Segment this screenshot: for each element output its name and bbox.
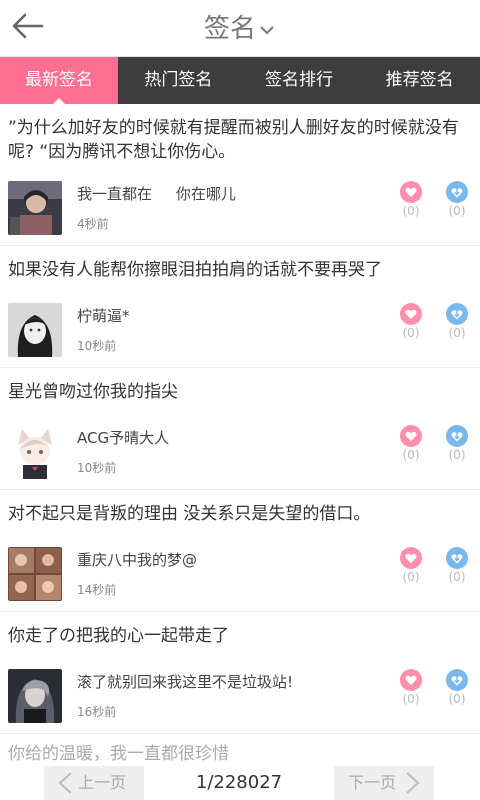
- pagination-bar: 上一页 1/228027 下一页: [0, 766, 480, 800]
- share-count: (0): [448, 692, 466, 706]
- list-item[interactable]: 如果没有人能帮你擦眼泪拍拍肩的话就不要再哭了 柠萌逼* 10秒前 (0) (0): [0, 246, 480, 368]
- signature-text: 对不起只是背叛的理由 没关系只是失望的借口。: [8, 504, 371, 524]
- like-button[interactable]: (0): [398, 425, 424, 462]
- chevron-left-icon: [58, 772, 72, 794]
- author-row: 滚了就别回来我这里不是垃圾站! 16秒前 (0) (0): [8, 669, 480, 725]
- post-time: 10秒前: [77, 461, 117, 475]
- avatar[interactable]: [8, 425, 62, 479]
- share-count: (0): [448, 204, 466, 218]
- author-row: ACG予晴大人 10秒前 (0) (0): [8, 425, 480, 481]
- share-count: (0): [448, 570, 466, 584]
- heart-arrow-icon: [446, 425, 468, 447]
- author-row: 我一直都在 你在哪儿 4秒前 (0) (0): [8, 181, 480, 237]
- prev-page-button[interactable]: 上一页: [44, 766, 144, 800]
- tab-bar: 最新签名 热门签名 签名排行 推荐签名: [0, 57, 480, 105]
- heart-arrow-icon: [446, 547, 468, 569]
- like-count: (0): [402, 204, 420, 218]
- like-count: (0): [402, 448, 420, 462]
- author-row: 柠萌逼* 10秒前 (0) (0): [8, 303, 480, 359]
- avatar[interactable]: [8, 669, 62, 723]
- avatar[interactable]: [8, 181, 62, 235]
- app-screen: 签名 最新签名 热门签名 签名排行 推荐签名 ”为什么加好友的时候就有提醒而被别…: [0, 0, 480, 800]
- signature-text: 你给的温暖，我一直都很珍惜: [8, 744, 229, 764]
- list-item[interactable]: 对不起只是背叛的理由 没关系只是失望的借口。 重庆八中我的梦@ 14秒前 (0)…: [0, 490, 480, 612]
- author-name[interactable]: ACG予晴大人: [77, 427, 169, 448]
- like-count: (0): [402, 692, 420, 706]
- share-button[interactable]: (0): [444, 303, 470, 340]
- heart-icon: [400, 425, 422, 447]
- share-button[interactable]: (0): [444, 547, 470, 584]
- prev-page-label: 上一页: [78, 773, 127, 792]
- signature-text: 星光曾吻过你我的指尖: [8, 382, 178, 402]
- author-name[interactable]: 柠萌逼*: [77, 305, 130, 326]
- tab-ranking[interactable]: 签名排行: [239, 57, 360, 104]
- signature-text: 如果没有人能帮你擦眼泪拍拍肩的话就不要再哭了: [8, 260, 382, 280]
- like-count: (0): [402, 570, 420, 584]
- title-dropdown[interactable]: 签名: [0, 8, 480, 45]
- heart-arrow-icon: [446, 181, 468, 203]
- next-page-button[interactable]: 下一页: [334, 766, 434, 800]
- next-page-label: 下一页: [348, 773, 397, 792]
- share-count: (0): [448, 448, 466, 462]
- like-button[interactable]: (0): [398, 303, 424, 340]
- heart-icon: [400, 547, 422, 569]
- heart-icon: [400, 181, 422, 203]
- signature-text: 你走了の把我的心一起带走了: [8, 626, 229, 646]
- tab-hot[interactable]: 热门签名: [118, 57, 239, 104]
- heart-arrow-icon: [446, 303, 468, 325]
- like-count: (0): [402, 326, 420, 340]
- signature-text: ”为什么加好友的时候就有提醒而被别人删好友的时候就没有呢? “因为腾讯不想让你伤…: [8, 118, 459, 162]
- signature-feed[interactable]: ”为什么加好友的时候就有提醒而被别人删好友的时候就没有呢? “因为腾讯不想让你伤…: [0, 104, 480, 766]
- share-button[interactable]: (0): [444, 425, 470, 462]
- author-name[interactable]: 重庆八中我的梦@: [77, 549, 197, 570]
- post-time: 4秒前: [77, 217, 109, 231]
- list-item[interactable]: 星光曾吻过你我的指尖 ACG予晴大人 10秒前 (0) (0): [0, 368, 480, 490]
- share-button[interactable]: (0): [444, 181, 470, 218]
- post-time: 16秒前: [77, 705, 117, 719]
- tab-latest[interactable]: 最新签名: [0, 57, 118, 105]
- top-bar: 签名: [0, 0, 480, 57]
- share-button[interactable]: (0): [444, 669, 470, 706]
- chevron-down-icon: [260, 25, 274, 34]
- like-button[interactable]: (0): [398, 669, 424, 706]
- chevron-right-icon: [406, 772, 420, 794]
- list-item[interactable]: ”为什么加好友的时候就有提醒而被别人删好友的时候就没有呢? “因为腾讯不想让你伤…: [0, 104, 480, 246]
- page-title: 签名: [203, 14, 256, 44]
- list-item[interactable]: 你给的温暖，我一直都很珍惜: [0, 734, 480, 766]
- avatar[interactable]: [8, 303, 62, 357]
- author-row: 重庆八中我的梦@ 14秒前 (0) (0): [8, 547, 480, 603]
- author-name[interactable]: 我一直都在 你在哪儿: [77, 183, 236, 204]
- tab-recommended[interactable]: 推荐签名: [359, 57, 480, 104]
- list-item[interactable]: 你走了の把我的心一起带走了 滚了就别回来我这里不是垃圾站! 16秒前 (0) (…: [0, 612, 480, 734]
- author-name[interactable]: 滚了就别回来我这里不是垃圾站!: [77, 671, 293, 692]
- heart-icon: [400, 303, 422, 325]
- heart-arrow-icon: [446, 669, 468, 691]
- post-time: 14秒前: [77, 583, 117, 597]
- post-time: 10秒前: [77, 339, 117, 353]
- like-button[interactable]: (0): [398, 181, 424, 218]
- heart-icon: [400, 669, 422, 691]
- share-count: (0): [448, 326, 466, 340]
- like-button[interactable]: (0): [398, 547, 424, 584]
- page-indicator: 1/228027: [195, 772, 283, 793]
- avatar[interactable]: [8, 547, 62, 601]
